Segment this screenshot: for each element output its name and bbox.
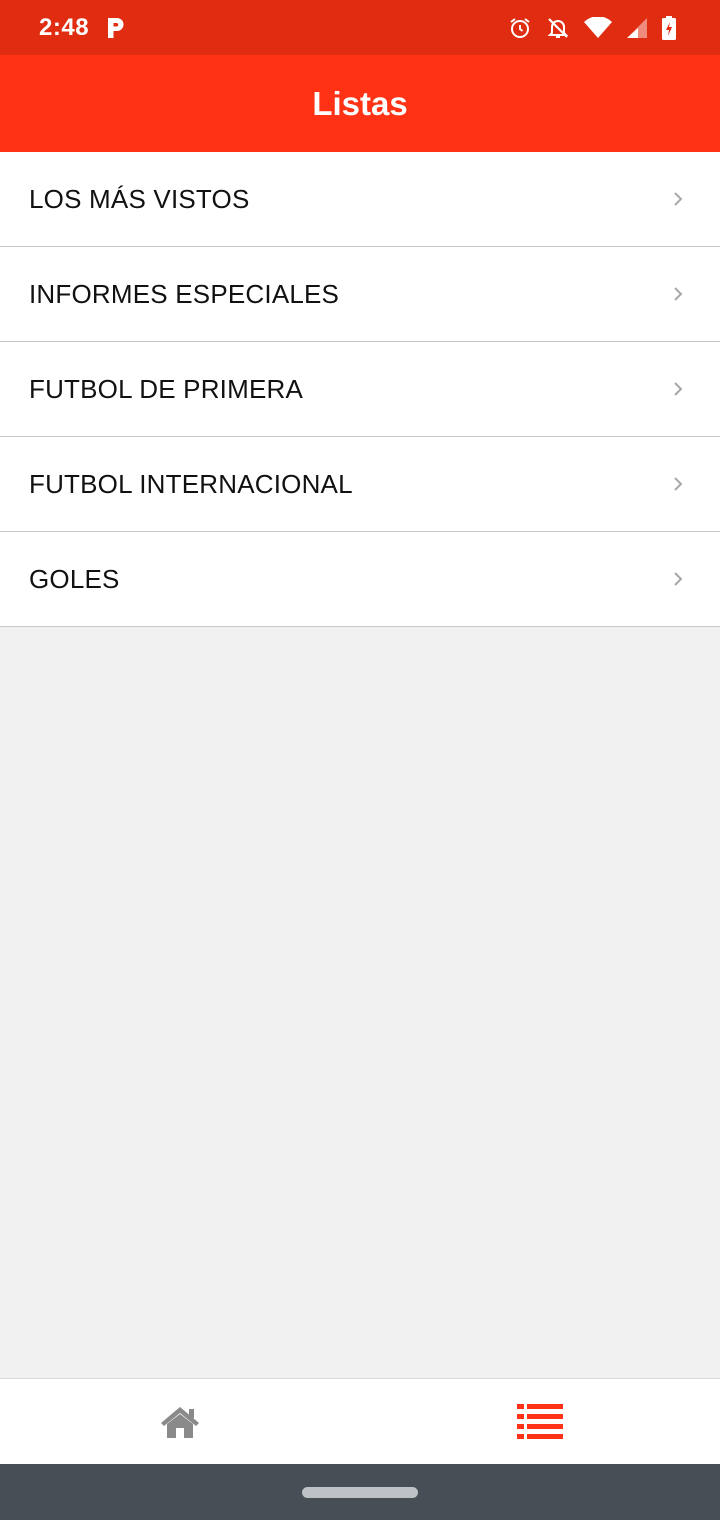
status-icons: [508, 14, 676, 42]
status-time: 2:48: [39, 14, 90, 41]
chevron-right-icon: [674, 192, 683, 206]
page-title: Listas: [312, 84, 408, 122]
wifi-icon: [584, 17, 612, 39]
nav-home-button[interactable]: [0, 1379, 360, 1465]
system-nav-bar: [0, 1464, 720, 1520]
playlist-list: LOS MÁS VISTOS INFORMES ESPECIALES FUTBO…: [0, 152, 720, 627]
chevron-right-icon: [674, 287, 683, 301]
list-item-label: LOS MÁS VISTOS: [29, 183, 250, 214]
list-item-label: INFORMES ESPECIALES: [29, 278, 340, 309]
alarm-icon: [508, 16, 532, 40]
list-item-label: FUTBOL DE PRIMERA: [29, 373, 304, 404]
chevron-right-icon: [674, 477, 683, 491]
list-item[interactable]: FUTBOL INTERNACIONAL: [0, 437, 720, 532]
gesture-handle[interactable]: [302, 1487, 418, 1498]
parking-p-icon: [106, 16, 126, 40]
notifications-off-icon: [546, 16, 570, 40]
list-item[interactable]: LOS MÁS VISTOS: [0, 152, 720, 247]
cell-signal-icon: [626, 17, 648, 39]
status-bar: 2:48: [0, 0, 720, 55]
list-item[interactable]: INFORMES ESPECIALES: [0, 247, 720, 342]
app-bar: Listas: [0, 55, 720, 152]
screen: 2:48 Listas LOS MÁS VISTOS INFORMES ESPE…: [0, 0, 720, 1520]
chevron-right-icon: [674, 572, 683, 586]
battery-charging-icon: [662, 16, 676, 40]
list-item-label: GOLES: [29, 563, 120, 594]
list-item[interactable]: GOLES: [0, 532, 720, 627]
list-item-label: FUTBOL INTERNACIONAL: [29, 468, 353, 499]
list-icon: [517, 1404, 563, 1439]
home-icon: [161, 1407, 199, 1438]
bottom-nav: [0, 1378, 720, 1465]
chevron-right-icon: [674, 382, 683, 396]
list-item[interactable]: FUTBOL DE PRIMERA: [0, 342, 720, 437]
nav-lists-button[interactable]: [360, 1379, 720, 1465]
